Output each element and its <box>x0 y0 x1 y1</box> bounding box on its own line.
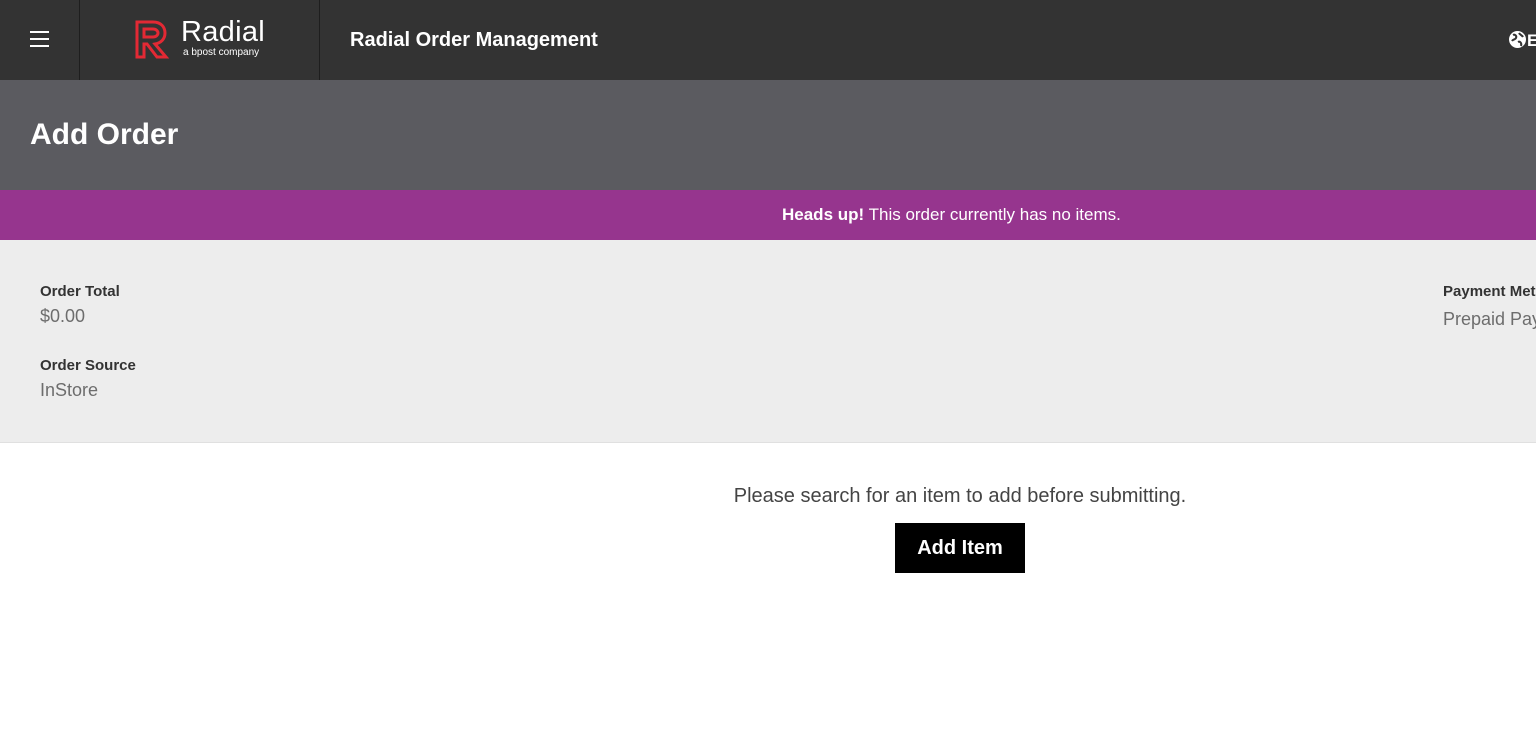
payment-method-label: Payment Met <box>1443 283 1536 300</box>
alert-text: Heads up! This order currently has no it… <box>782 205 1121 225</box>
empty-items-hint: Please search for an item to add before … <box>733 485 1187 507</box>
no-items-alert: Heads up! This order currently has no it… <box>0 190 1536 240</box>
payment-method-value: Prepaid Pay <box>1443 309 1536 329</box>
brand-name: Radial <box>181 16 266 48</box>
order-summary-panel: Order Total $0.00 Order Source InStore P… <box>0 240 1536 443</box>
brand-tagline: a bpost company <box>183 47 260 58</box>
order-source-value: InStore <box>40 380 99 400</box>
alert-message: This order currently has no items. <box>864 205 1121 224</box>
order-source-label: Order Source <box>40 357 136 374</box>
page-title: Add Order <box>30 118 179 151</box>
order-total-label: Order Total <box>40 283 120 300</box>
hamburger-menu-button[interactable] <box>0 0 80 80</box>
top-navigation-bar: Radial a bpost company Radial Order Mana… <box>0 0 1536 80</box>
globe-icon[interactable] <box>1508 30 1527 49</box>
page-header: Add Order <box>0 80 1536 190</box>
add-item-button[interactable]: Add Item <box>895 523 1025 573</box>
menu-icon-line <box>30 45 49 47</box>
brand-logo[interactable]: Radial a bpost company <box>80 0 320 80</box>
radial-logo-icon <box>135 20 170 59</box>
menu-icon-line <box>30 38 49 40</box>
menu-icon-line <box>30 31 49 33</box>
locale-label[interactable]: E <box>1527 31 1536 51</box>
order-total-value: $0.00 <box>40 306 86 326</box>
order-items-section: Please search for an item to add before … <box>0 443 1536 745</box>
alert-strong: Heads up! <box>782 205 865 224</box>
app-title: Radial Order Management <box>350 29 598 51</box>
